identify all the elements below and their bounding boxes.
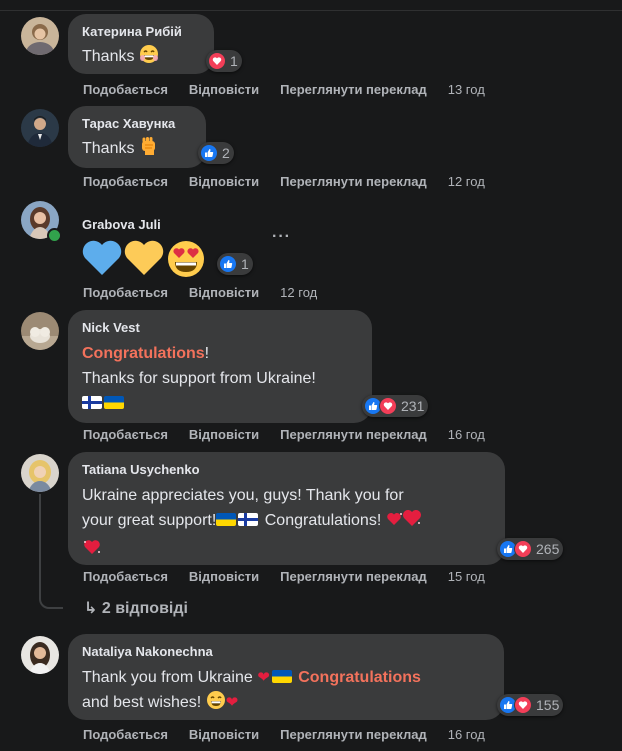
reaction-count: 1 — [230, 53, 238, 69]
translate-button[interactable]: Переглянути переклад — [280, 427, 427, 443]
like-button[interactable]: Подобається — [83, 427, 168, 443]
thread-connector — [39, 593, 63, 609]
hearts-emoji-icon — [386, 510, 422, 536]
reply-button[interactable]: Відповісти — [189, 174, 259, 190]
comment-actions: Подобається Відповісти Переглянути перек… — [83, 174, 485, 190]
reply-button[interactable]: Відповісти — [189, 427, 259, 443]
comment-bubble: Катерина Рибій Thanks — [68, 14, 214, 74]
grinning-emoji-icon — [139, 44, 159, 72]
comment-bubble: Nick Vest Congratulations! Thanks for su… — [68, 310, 372, 423]
love-reaction-icon — [379, 397, 397, 415]
translate-button[interactable]: Переглянути переклад — [280, 569, 427, 585]
comment-author[interactable]: Tatiana Usychenko — [82, 461, 491, 478]
divider — [0, 10, 622, 11]
love-reaction-icon — [208, 52, 226, 70]
comment-author[interactable]: Nataliya Nakonechna — [82, 643, 490, 660]
love-reaction-icon — [514, 540, 532, 558]
reply-button[interactable]: Відповісти — [189, 569, 259, 585]
blue-heart-emoji-icon — [82, 239, 122, 284]
finland-flag-icon — [238, 513, 259, 526]
red-heart-icon: ❤ — [257, 669, 270, 686]
yellow-heart-emoji-icon — [124, 239, 164, 284]
sparkling-heart-emoji-icon — [82, 538, 102, 561]
comment-actions: Подобається Відповісти Переглянути перек… — [83, 427, 485, 443]
comment-actions: Подобається Відповісти Переглянути перек… — [83, 727, 485, 743]
view-replies-button[interactable]: ↳ 2 відповіді — [84, 598, 188, 618]
avatar[interactable] — [21, 312, 59, 350]
comment-author[interactable]: Grabova Juli — [82, 216, 254, 233]
avatar[interactable] — [21, 109, 59, 147]
highlighted-phrase[interactable]: Congratulations — [298, 669, 421, 686]
reply-arrow-icon: ↳ — [84, 600, 98, 617]
ukraine-flag-icon — [104, 396, 124, 409]
finland-flag-icon — [82, 396, 102, 409]
avatar[interactable] — [21, 454, 59, 492]
comment-bubble: Tatiana Usychenko Ukraine appreciates yo… — [68, 452, 505, 565]
like-reaction-icon — [200, 144, 218, 162]
reaction-count: 2 — [222, 145, 230, 161]
ukraine-flag-icon — [216, 513, 237, 526]
comment-text: your great support! — [82, 512, 217, 529]
grinning-emoji-icon — [206, 690, 226, 718]
raised-fist-emoji-icon — [139, 136, 159, 164]
more-options-icon[interactable]: ··· — [272, 228, 291, 246]
comment-text-line: and best wishes! — [82, 694, 202, 711]
comment-text-line: Ukraine appreciates you, guys! Thank you… — [82, 487, 404, 504]
heart-eyes-emoji-icon — [166, 239, 206, 284]
like-reaction-icon — [219, 255, 237, 273]
comment-text: Thank you from Ukraine — [82, 669, 258, 686]
timestamp[interactable]: 16 год — [448, 727, 485, 743]
translate-button[interactable]: Переглянути переклад — [280, 727, 427, 743]
ukraine-flag-icon — [271, 670, 292, 683]
comment-author[interactable]: Катерина Рибій — [82, 23, 200, 40]
comment-actions: Подобається Відповісти Переглянути перек… — [83, 82, 485, 98]
reply-button[interactable]: Відповісти — [189, 82, 259, 98]
thread-line — [39, 494, 41, 593]
comment-text-line: Thanks for support from Ukraine! — [82, 370, 316, 387]
highlighted-phrase[interactable]: Congratulations — [82, 345, 205, 362]
red-heart-icon: ❤ — [225, 694, 239, 711]
timestamp[interactable]: 13 год — [448, 82, 485, 98]
like-button[interactable]: Подобається — [83, 174, 168, 190]
reaction-count: 155 — [536, 697, 560, 713]
timestamp[interactable]: 15 год — [448, 569, 485, 585]
translate-button[interactable]: Переглянути переклад — [280, 82, 427, 98]
like-button[interactable]: Подобається — [83, 569, 168, 585]
comment-text: Thanks — [82, 48, 135, 65]
reaction-summary[interactable]: 2 — [198, 142, 234, 164]
reaction-summary[interactable]: 155 — [497, 694, 564, 716]
reaction-summary[interactable]: 265 — [497, 538, 564, 560]
comment-actions: Подобається Відповісти Переглянути перек… — [83, 569, 485, 585]
timestamp[interactable]: 12 год — [280, 285, 317, 301]
comment-author[interactable]: Nick Vest — [82, 319, 358, 336]
reply-button[interactable]: Відповісти — [189, 285, 259, 301]
translate-button[interactable]: Переглянути переклад — [280, 174, 427, 190]
comment-actions: Подобається Відповісти 12 год — [83, 285, 317, 301]
reaction-summary[interactable]: 1 — [206, 50, 242, 72]
love-reaction-icon — [514, 696, 532, 714]
comment-text: Congratulations! — [260, 512, 382, 529]
avatar[interactable] — [21, 636, 59, 674]
online-status-icon — [47, 228, 62, 243]
comment-text: ! — [204, 345, 210, 362]
replies-count: 2 відповіді — [101, 600, 188, 617]
reaction-count: 1 — [241, 256, 249, 272]
like-button[interactable]: Подобається — [83, 82, 168, 98]
avatar[interactable] — [21, 17, 59, 55]
like-button[interactable]: Подобається — [83, 727, 168, 743]
reply-button[interactable]: Відповісти — [189, 727, 259, 743]
comment-text: Thanks — [82, 140, 135, 157]
comment-author[interactable]: Тарас Хавунка — [82, 115, 192, 132]
reaction-count: 231 — [401, 398, 425, 414]
comment-bubble: Nataliya Nakonechna Thank you from Ukrai… — [68, 634, 504, 720]
comment-bubble: Тарас Хавунка Thanks — [68, 106, 206, 168]
timestamp[interactable]: 12 год — [448, 174, 485, 190]
like-button[interactable]: Подобається — [83, 285, 168, 301]
reaction-summary[interactable]: 1 — [217, 253, 253, 275]
reaction-summary[interactable]: 231 — [362, 395, 429, 417]
timestamp[interactable]: 16 год — [448, 427, 485, 443]
reaction-count: 265 — [536, 541, 560, 557]
